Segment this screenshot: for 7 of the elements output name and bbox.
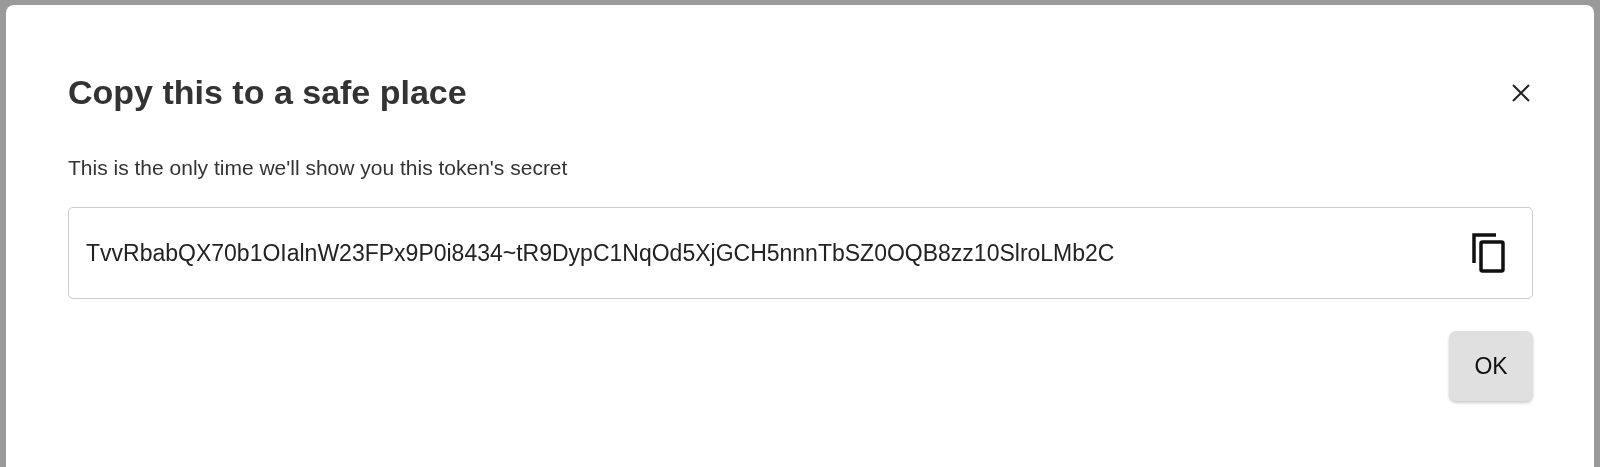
ok-button[interactable]: OK: [1449, 331, 1533, 401]
copy-icon[interactable]: [1471, 232, 1507, 274]
token-field[interactable]: TvvRbabQX70b1OIalnW23FPx9P0i8434~tR9DypC1NqOd5XjGCH5nnnTbSZ0OQB8zz10SlroLMb2C: [68, 207, 1533, 299]
close-icon: [1511, 82, 1531, 103]
dialog-message: This is the only time we'll show you this token's secret: [68, 156, 569, 180]
dialog-title: Copy this to a safe place: [68, 73, 467, 112]
close-button[interactable]: [1511, 82, 1531, 103]
